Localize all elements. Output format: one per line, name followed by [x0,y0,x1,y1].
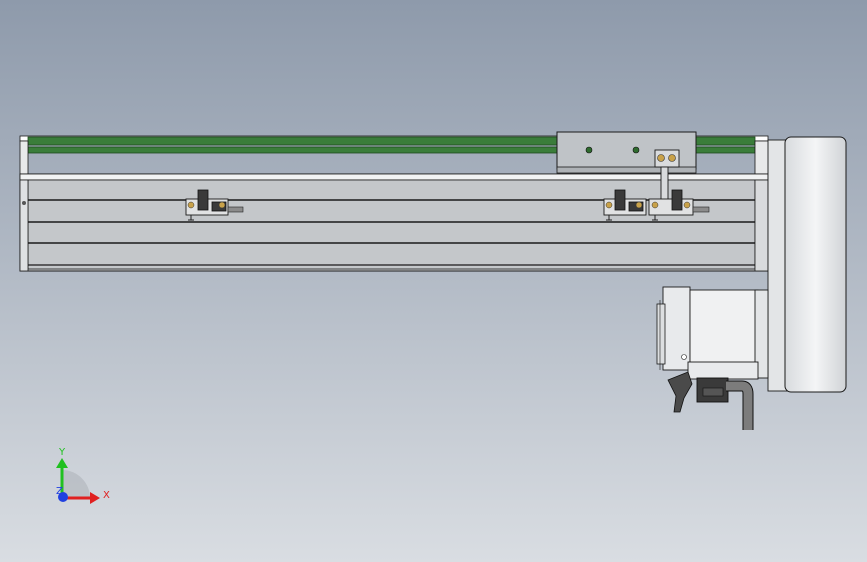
cad-viewport[interactable]: Y X Z [0,0,867,562]
motor-cover[interactable] [767,136,847,393]
linear-module-drawing[interactable]: Y X Z [0,0,867,562]
carriage-screw [632,146,640,154]
carriage-screw [585,146,593,154]
triad-label-y: Y [58,447,66,458]
triad-label-z: Z [56,486,63,497]
aluminum-profile[interactable] [19,173,769,272]
triad-label-x: X [103,490,110,501]
viewport-background [0,0,867,562]
